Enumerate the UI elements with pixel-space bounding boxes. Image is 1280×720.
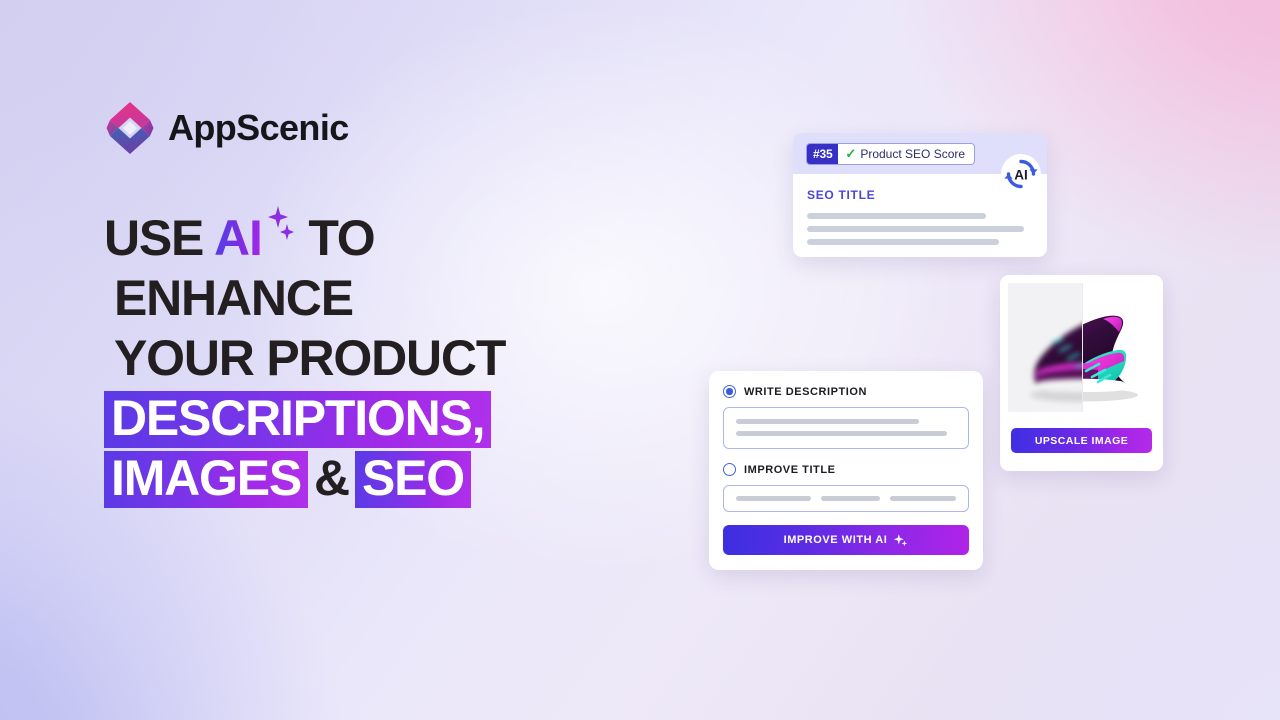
improve-with-ai-button-label: IMPROVE WITH AI	[783, 534, 888, 546]
headline-line-5: IMAGES & SEO	[104, 448, 724, 508]
sparkle-icon	[262, 206, 296, 255]
brand-wordmark: AppScenic	[168, 107, 349, 148]
shoe-image-after-half	[1081, 283, 1155, 412]
seo-skeleton-line	[807, 213, 986, 219]
headline-ai-word: AI	[214, 210, 263, 266]
headline-line-2: ENHANCE	[114, 270, 354, 326]
brand-logo[interactable]: AppScenic	[106, 100, 349, 156]
headline-highlight-seo: SEO	[354, 451, 471, 508]
option-write-description[interactable]: WRITE DESCRIPTION	[723, 385, 969, 398]
upscale-image-card[interactable]: UPSCALE IMAGE	[1000, 275, 1163, 471]
headline-line-4: DESCRIPTIONS,	[104, 388, 724, 448]
headline-line-1: USE AI TO	[104, 206, 724, 268]
upscale-image-button[interactable]: UPSCALE IMAGE	[1011, 428, 1152, 453]
appscenic-diamond-logo-icon	[106, 102, 154, 154]
option-improve-title-label: IMPROVE TITLE	[744, 463, 836, 476]
seo-score-card[interactable]: #35 ✓ Product SEO Score AI SEO TITLE	[793, 133, 1047, 257]
ai-refresh-icon-text: AI	[1014, 168, 1028, 183]
headline: USE AI TO ENHANCE YOUR PRODUCT DESCRIPTI…	[104, 206, 724, 508]
green-check-icon: ✓	[845, 146, 857, 161]
before-after-divider[interactable]	[1081, 283, 1083, 412]
headline-highlight-descriptions: DESCRIPTIONS,	[104, 391, 492, 448]
seo-score-label-wrap: ✓ Product SEO Score	[838, 144, 974, 164]
sparkle-icon	[894, 533, 908, 546]
description-input[interactable]	[723, 407, 969, 449]
title-input[interactable]	[723, 485, 969, 512]
improve-with-ai-button[interactable]: IMPROVE WITH AI	[723, 525, 969, 555]
radio-improve-title[interactable]	[723, 463, 736, 476]
headline-to-text: TO	[295, 210, 375, 266]
headline-highlight-images: IMAGES	[104, 451, 309, 508]
ai-refresh-icon[interactable]: AI	[1000, 153, 1042, 195]
seo-score-number: #35	[807, 143, 839, 164]
option-improve-title[interactable]: IMPROVE TITLE	[723, 463, 969, 476]
radio-write-description[interactable]	[723, 385, 736, 398]
input-skeleton-line	[820, 496, 881, 501]
ai-improve-form-card[interactable]: WRITE DESCRIPTION IMPROVE TITLE IMPROVE …	[709, 371, 983, 570]
input-skeleton-line	[890, 496, 956, 501]
shoe-illustration-blurred	[1030, 325, 1082, 402]
shoe-before-after-image	[1008, 283, 1155, 412]
input-skeleton-line	[736, 419, 919, 424]
headline-ampersand: &	[314, 450, 350, 506]
seo-skeleton-line	[807, 239, 1000, 245]
shoe-illustration-sharp	[1081, 315, 1138, 402]
headline-line-3: YOUR PRODUCT	[114, 330, 506, 386]
seo-skeleton-line	[807, 226, 1024, 232]
shoe-image-before-half	[1008, 283, 1082, 412]
seo-score-label: Product SEO Score	[860, 146, 966, 161]
option-write-description-label: WRITE DESCRIPTION	[744, 385, 868, 398]
seo-score-pill[interactable]: #35 ✓ Product SEO Score	[806, 142, 976, 165]
input-skeleton-line	[736, 431, 948, 436]
input-skeleton-line	[736, 496, 811, 501]
headline-use-text: USE	[104, 210, 215, 266]
